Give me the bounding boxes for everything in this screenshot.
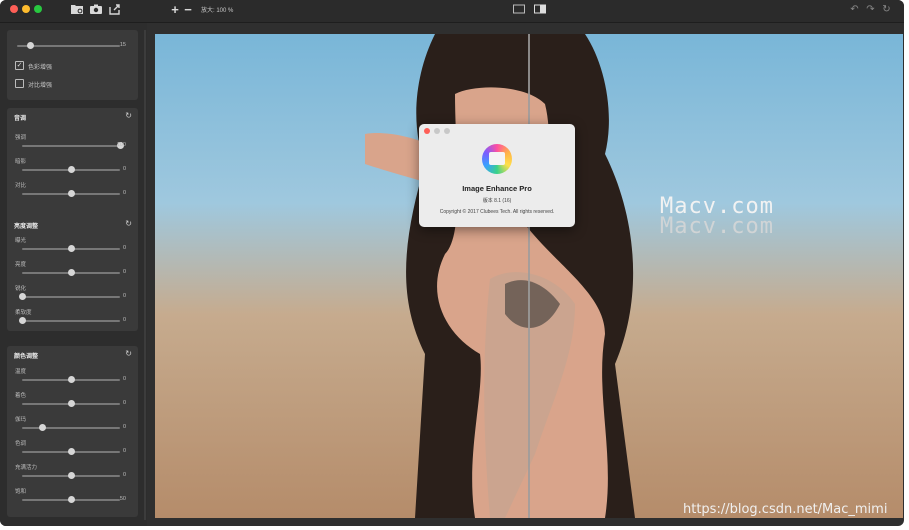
contrast-enhance-label: 对比增强 xyxy=(28,83,53,89)
zoom-window-button[interactable] xyxy=(34,5,42,13)
slider-knob[interactable] xyxy=(68,448,75,455)
dialog-zoom-button xyxy=(444,128,450,134)
slider-value: 0 xyxy=(122,166,126,172)
slider-knob[interactable] xyxy=(68,166,75,173)
camera-icon[interactable] xyxy=(89,3,103,17)
undo-icon[interactable]: ↶ xyxy=(849,3,860,17)
zoom-level: 放大: 100 % xyxy=(201,8,234,14)
dialog-minimize-button xyxy=(434,128,440,134)
color-title: 颜色调整 xyxy=(14,354,39,360)
color-panel: 颜色调整 ↻ 温度 0 着色 0 伽玛 0 色调 0 充满活力 0 饱和 50 xyxy=(7,346,138,517)
color-reset-icon[interactable]: ↻ xyxy=(125,349,132,358)
zoom-in-button[interactable]: + xyxy=(170,3,180,17)
slider-label: 温度 xyxy=(15,369,27,375)
split-view-icon[interactable] xyxy=(534,3,546,17)
slider-value: 0 xyxy=(122,448,126,454)
slider-value: 0 xyxy=(122,245,126,251)
slider-track[interactable] xyxy=(22,190,120,197)
slider-knob[interactable] xyxy=(68,269,75,276)
slider-track[interactable] xyxy=(22,496,120,503)
slider-knob[interactable] xyxy=(68,245,75,252)
slider-label: 伽玛 xyxy=(15,417,27,423)
slider-track[interactable] xyxy=(22,400,120,407)
slider-track[interactable] xyxy=(22,376,120,383)
slider-label: 柔软度 xyxy=(15,310,32,316)
slider-value: 0 xyxy=(122,269,126,275)
slider-knob[interactable] xyxy=(68,496,75,503)
contrast-enhance-checkbox[interactable] xyxy=(15,79,24,88)
slider-knob[interactable] xyxy=(38,424,46,431)
slider-track[interactable] xyxy=(22,448,120,455)
tone-title: 音调 xyxy=(14,116,27,122)
tone-reset-icon[interactable]: ↻ xyxy=(125,111,132,120)
footer-watermark: https://blog.csdn.net/Mac_mimi xyxy=(683,502,888,517)
slider-knob[interactable] xyxy=(68,400,75,407)
slider-label: 亮度 xyxy=(15,262,27,268)
slider-track[interactable] xyxy=(22,142,124,149)
slider-track[interactable] xyxy=(22,472,120,479)
dialog-close-button[interactable] xyxy=(424,128,430,134)
copyright-text: Copyright © 2017 Clubees Tech. All right… xyxy=(439,209,555,215)
slider-label: 充满活力 xyxy=(15,465,38,471)
slider-label: 对比 xyxy=(15,183,27,189)
slider-track[interactable] xyxy=(19,293,120,300)
sidebar-scrollbar[interactable] xyxy=(144,30,146,520)
slider-label: 暗影 xyxy=(15,159,27,165)
compare-divider-handle[interactable] xyxy=(528,34,530,518)
slider-value: 0 xyxy=(122,293,126,299)
share-icon[interactable] xyxy=(108,3,122,17)
brightness-reset-icon[interactable]: ↻ xyxy=(125,219,132,228)
slider-value: 0 xyxy=(122,424,126,430)
enhance-panel: 15 ✓ 色彩增强 对比增强 xyxy=(7,30,138,100)
single-view-icon[interactable] xyxy=(513,3,525,17)
redo-icon[interactable]: ↷ xyxy=(865,3,876,17)
enhance-slider[interactable] xyxy=(17,42,120,49)
slider-label: 强调 xyxy=(15,135,27,141)
slider-track[interactable] xyxy=(19,317,120,324)
minimize-window-button[interactable] xyxy=(22,5,30,13)
slider-track[interactable] xyxy=(22,269,120,276)
slider-track[interactable] xyxy=(22,245,120,252)
enhance-value: 15 xyxy=(119,42,126,48)
slider-knob[interactable] xyxy=(68,190,75,197)
slider-label: 饱和 xyxy=(15,489,27,495)
color-enhance-label: 色彩增强 xyxy=(28,65,53,71)
open-folder-icon[interactable] xyxy=(70,3,84,17)
app-name: Image Enhance Pro xyxy=(462,184,532,193)
refresh-icon[interactable]: ↻ xyxy=(881,3,892,17)
slider-knob[interactable] xyxy=(68,376,75,383)
slider-knob[interactable] xyxy=(68,472,75,479)
toolbar: + − 放大: 100 % ↶ ↷ ↻ xyxy=(0,0,904,23)
brightness-panel: 亮度调整 ↻ 曝光 0 亮度 0 锐化 0 柔软度 0 xyxy=(7,216,138,331)
app-logo-icon xyxy=(482,144,512,174)
slider-track[interactable] xyxy=(22,166,120,173)
zoom-out-button[interactable]: − xyxy=(183,3,193,17)
slider-value: 0 xyxy=(122,400,126,406)
slider-knob[interactable] xyxy=(19,293,26,300)
slider-label: 锐化 xyxy=(15,286,27,292)
image-canvas[interactable]: Macv.com Macv.com xyxy=(155,34,903,518)
slider-knob[interactable] xyxy=(27,42,35,49)
slider-value: 0 xyxy=(122,317,126,323)
about-dialog: Image Enhance Pro 版本 8.1 (16) Copyright … xyxy=(419,124,575,227)
slider-value: 0 xyxy=(122,190,126,196)
adjustments-sidebar: 15 ✓ 色彩增强 对比增强 音调 ↻ 强调 100 暗影 0 对比 0 亮度调整 ↻ 曝… xyxy=(0,23,147,526)
slider-label: 色调 xyxy=(15,441,27,447)
app-version: 版本 8.1 (16) xyxy=(482,198,512,204)
slider-value: 100 xyxy=(116,142,126,148)
brightness-title: 亮度调整 xyxy=(14,224,39,230)
watermark-shadow: Macv.com xyxy=(660,214,774,239)
color-enhance-checkbox[interactable]: ✓ xyxy=(15,61,24,70)
slider-value: 50 xyxy=(119,496,126,502)
app-window: + − 放大: 100 % ↶ ↷ ↻ 15 ✓ 色彩增强 对比增强 音调 ↻ xyxy=(0,0,904,526)
photo-subject xyxy=(365,34,635,518)
tone-panel: 音调 ↻ 强调 100 暗影 0 对比 0 xyxy=(7,108,138,231)
slider-knob[interactable] xyxy=(19,317,26,324)
slider-track[interactable] xyxy=(22,424,120,431)
slider-value: 0 xyxy=(122,472,126,478)
slider-label: 着色 xyxy=(15,393,27,399)
slider-value: 0 xyxy=(122,376,126,382)
slider-label: 曝光 xyxy=(15,238,27,244)
close-window-button[interactable] xyxy=(10,5,18,13)
